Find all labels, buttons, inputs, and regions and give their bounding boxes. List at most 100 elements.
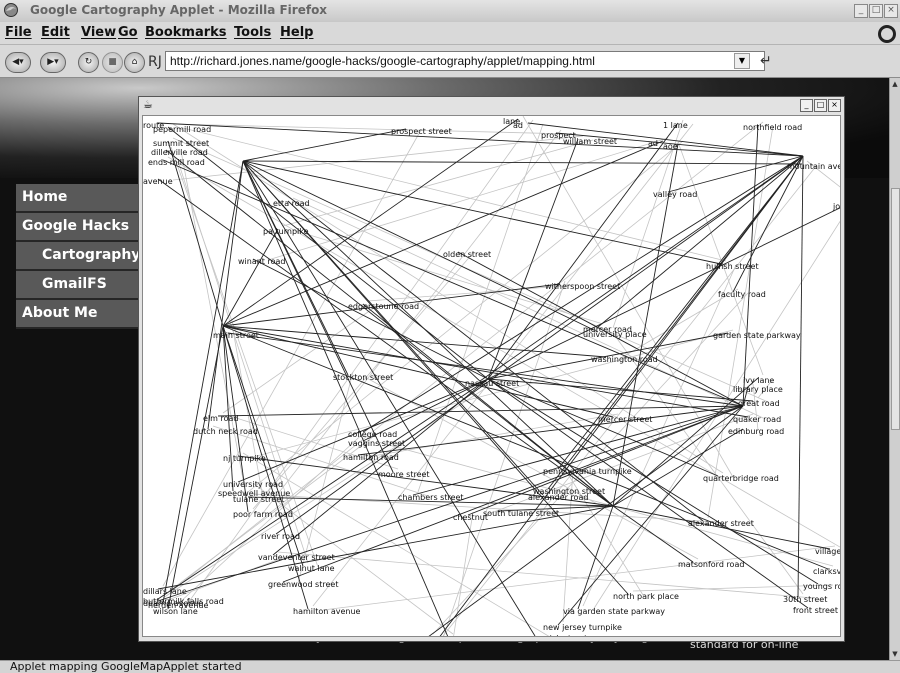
- applet-close-button[interactable]: ×: [828, 99, 841, 112]
- street-label[interactable]: 1 lane: [663, 121, 688, 130]
- street-label[interactable]: hulfish street: [706, 262, 759, 271]
- street-label[interactable]: chestnut: [453, 513, 488, 522]
- forward-icon[interactable]: ▶▾: [40, 52, 66, 73]
- menu-help[interactable]: Help: [280, 25, 313, 40]
- street-label[interactable]: 2nd: [413, 635, 428, 637]
- street-label[interactable]: ivy lane: [743, 376, 774, 385]
- street-label[interactable]: washington road: [591, 355, 658, 364]
- street-label[interactable]: vandeventer street: [258, 553, 335, 562]
- street-label[interactable]: dutch neck road: [193, 427, 258, 436]
- street-label[interactable]: south tulane street: [483, 509, 559, 518]
- street-label[interactable]: winant road: [238, 257, 285, 266]
- street-label[interactable]: main street: [213, 331, 259, 340]
- street-label[interactable]: alexander street: [688, 519, 754, 528]
- street-label[interactable]: mercer road: [583, 325, 632, 334]
- vertical-scrollbar[interactable]: ▲ ▼: [889, 78, 900, 660]
- street-label[interactable]: library place: [733, 385, 783, 394]
- street-label[interactable]: university road: [223, 480, 283, 489]
- menu-edit[interactable]: Edit: [41, 25, 70, 40]
- street-label[interactable]: olden street: [443, 250, 491, 259]
- street-label[interactable]: poor farm road: [233, 510, 293, 519]
- street-label[interactable]: william street: [563, 137, 617, 146]
- street-label[interactable]: river road: [261, 532, 300, 541]
- street-label[interactable]: 30th street: [783, 595, 827, 604]
- street-label[interactable]: aoe: [663, 142, 678, 151]
- stop-icon[interactable]: ■: [102, 52, 123, 73]
- applet-minimize-button[interactable]: _: [800, 99, 813, 112]
- street-label[interactable]: chambers street: [398, 493, 464, 502]
- street-label[interactable]: north park place: [613, 592, 679, 601]
- street-label[interactable]: witherspoon street: [545, 282, 620, 291]
- sidebar-item-google-hacks[interactable]: Google Hacks: [16, 213, 142, 242]
- street-label[interactable]: youngs road: [803, 582, 841, 591]
- scroll-down-icon[interactable]: ▼: [890, 650, 900, 658]
- street-label[interactable]: 3rd: [433, 635, 446, 637]
- applet-window[interactable]: ☕ _ □ × pepermill road summit street dille…: [138, 96, 845, 642]
- street-label[interactable]: ad: [648, 139, 658, 148]
- street-label[interactable]: front street: [793, 606, 838, 615]
- street-label[interactable]: village: [815, 547, 841, 556]
- street-label[interactable]: pa turnpike: [263, 227, 309, 236]
- street-label[interactable]: moore street: [378, 470, 430, 479]
- street-label[interactable]: new jersey turnpike: [543, 623, 622, 632]
- menu-view[interactable]: View: [81, 25, 116, 40]
- street-label[interactable]: elm road: [203, 414, 238, 423]
- street-label[interactable]: edgerstoune road: [348, 302, 419, 311]
- street-label[interactable]: nassau street: [465, 379, 519, 388]
- street-label[interactable]: mountain ave: [787, 162, 841, 171]
- map-canvas[interactable]: pepermill road summit street dillerville r…: [142, 115, 841, 637]
- maximize-button[interactable]: □: [869, 4, 883, 18]
- street-label[interactable]: vaggins street: [348, 439, 405, 448]
- street-label[interactable]: via garden state parkway: [563, 607, 665, 616]
- street-label[interactable]: summit street: [153, 139, 209, 148]
- url-dropdown-icon[interactable]: ▼: [734, 53, 750, 69]
- street-label[interactable]: great road: [738, 399, 780, 408]
- sidebar-item-gmailfs[interactable]: GmailFS: [16, 271, 142, 300]
- applet-maximize-button[interactable]: □: [814, 99, 827, 112]
- menu-bookmarks[interactable]: Bookmarks: [145, 25, 227, 40]
- street-label[interactable]: clarksville: [813, 567, 841, 576]
- street-label[interactable]: edinburg road: [728, 427, 784, 436]
- street-label[interactable]: john: [832, 202, 841, 211]
- street-label[interactable]: quaker road: [733, 415, 781, 424]
- street-label[interactable]: college road: [348, 430, 397, 439]
- street-label[interactable]: prospect street: [391, 127, 452, 136]
- url-input[interactable]: [165, 51, 765, 71]
- street-graph[interactable]: pepermill roadsummit streetdillerville r…: [143, 116, 841, 637]
- minimize-button[interactable]: _: [854, 4, 868, 18]
- scroll-up-icon[interactable]: ▲: [890, 80, 900, 88]
- street-label[interactable]: walnut lane: [288, 564, 335, 573]
- street-label[interactable]: quarterbridge road: [703, 474, 779, 483]
- street-label[interactable]: valley road: [653, 190, 697, 199]
- menu-go[interactable]: Go: [118, 25, 138, 40]
- street-label[interactable]: pennsylvania turnpike: [543, 467, 632, 476]
- scroll-thumb[interactable]: [891, 188, 900, 430]
- menu-file[interactable]: File: [5, 25, 32, 40]
- sidebar-item-cartography[interactable]: Cartography: [16, 242, 142, 271]
- street-label[interactable]: avenue: [143, 177, 173, 186]
- sidebar-item-about-me[interactable]: About Me: [16, 300, 142, 329]
- street-label[interactable]: nj turnpike: [223, 454, 266, 463]
- close-button[interactable]: ×: [884, 4, 898, 18]
- reload-icon[interactable]: ↻: [78, 52, 99, 73]
- street-label[interactable]: garden state parkway: [713, 331, 801, 340]
- street-label[interactable]: ad: [513, 121, 523, 130]
- street-label[interactable]: etta road: [273, 199, 310, 208]
- sidebar-item-home[interactable]: Home: [16, 184, 142, 213]
- street-label[interactable]: route: [143, 121, 164, 130]
- street-label[interactable]: dillars lane: [143, 587, 187, 596]
- street-label[interactable]: northfield road: [743, 123, 802, 132]
- street-label[interactable]: stockton street: [333, 373, 393, 382]
- street-label[interactable]: faculty road: [718, 290, 766, 299]
- street-label[interactable]: mercer street: [598, 415, 652, 424]
- street-label[interactable]: greenwich street: [520, 634, 587, 637]
- street-label[interactable]: hamilton road: [343, 453, 399, 462]
- go-icon[interactable]: ↵: [760, 53, 772, 69]
- street-label[interactable]: hamilton avenue: [293, 607, 361, 616]
- street-label[interactable]: tulane street: [233, 495, 284, 504]
- menu-tools[interactable]: Tools: [234, 25, 271, 40]
- back-icon[interactable]: ◀▾: [5, 52, 31, 73]
- street-label[interactable]: ends mill road: [148, 158, 205, 167]
- street-label[interactable]: washington street: [533, 487, 605, 496]
- street-label[interactable]: dillerville road: [151, 148, 208, 157]
